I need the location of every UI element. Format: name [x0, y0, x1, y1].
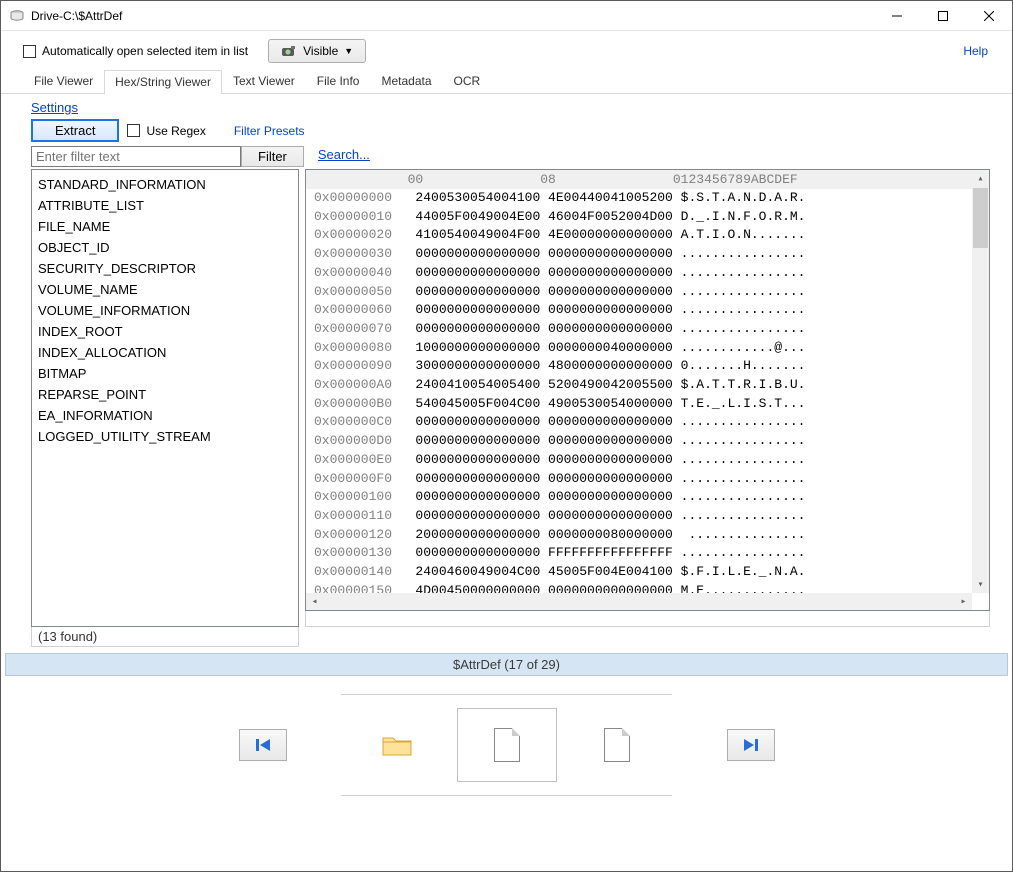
hex-row: 0x000000D0 0000000000000000 000000000000… — [314, 432, 981, 451]
tab-text-viewer[interactable]: Text Viewer — [222, 69, 306, 93]
chevron-down-icon: ▼ — [344, 46, 353, 56]
hex-row: 0x00000130 0000000000000000 FFFFFFFFFFFF… — [314, 544, 981, 563]
hex-row: 0x00000110 0000000000000000 000000000000… — [314, 507, 981, 526]
auto-open-checkbox[interactable]: Automatically open selected item in list — [23, 44, 248, 58]
nav-last-button[interactable] — [727, 729, 775, 761]
hex-row: 0x00000010 44005F0049004E00 46004F005200… — [314, 208, 981, 227]
titlebar: Drive-C:\$AttrDef — [1, 1, 1012, 31]
list-item[interactable]: INDEX_ROOT — [38, 321, 292, 342]
list-item[interactable]: VOLUME_NAME — [38, 279, 292, 300]
topbar: Automatically open selected item in list… — [1, 31, 1012, 69]
hex-status-strip — [305, 611, 990, 627]
hex-row: 0x00000000 2400530054004100 4E0044004100… — [314, 189, 981, 208]
use-regex-checkbox[interactable]: Use Regex — [127, 124, 205, 138]
hex-row: 0x000000A0 2400410054005400 520049004200… — [314, 376, 981, 395]
hex-row: 0x00000080 1000000000000000 000000004000… — [314, 339, 981, 358]
scroll-left-icon[interactable]: ◂ — [306, 593, 323, 610]
nav-first-button[interactable] — [239, 729, 287, 761]
camera-icon — [281, 43, 297, 59]
list-item[interactable]: SECURITY_DESCRIPTOR — [38, 258, 292, 279]
app-icon — [9, 8, 25, 24]
list-item[interactable]: EA_INFORMATION — [38, 405, 292, 426]
hex-row: 0x00000070 0000000000000000 000000000000… — [314, 320, 981, 339]
hex-row: 0x00000020 4100540049004F00 4E0000000000… — [314, 226, 981, 245]
first-icon — [254, 736, 272, 754]
last-icon — [742, 736, 760, 754]
hex-row: 0x000000C0 0000000000000000 000000000000… — [314, 413, 981, 432]
minimize-button[interactable] — [874, 1, 920, 31]
visible-dropdown[interactable]: Visible ▼ — [268, 39, 366, 63]
scroll-down-icon[interactable]: ▾ — [972, 576, 989, 593]
extract-button[interactable]: Extract — [31, 119, 119, 142]
hex-row: 0x00000120 2000000000000000 000000008000… — [314, 526, 981, 545]
settings-link[interactable]: Settings — [31, 100, 78, 115]
list-item[interactable]: OBJECT_ID — [38, 237, 292, 258]
thumb-next-file[interactable] — [567, 708, 667, 782]
tab-file-info[interactable]: File Info — [306, 69, 371, 93]
horizontal-scrollbar[interactable]: ◂ ▸ — [306, 593, 972, 610]
search-link[interactable]: Search... — [318, 147, 370, 162]
list-item[interactable]: FILE_NAME — [38, 216, 292, 237]
hex-row: 0x00000060 0000000000000000 000000000000… — [314, 301, 981, 320]
folder-icon — [382, 733, 412, 757]
visible-label: Visible — [303, 44, 338, 58]
hex-row: 0x00000050 0000000000000000 000000000000… — [314, 283, 981, 302]
status-bar: $AttrDef (17 of 29) — [5, 653, 1008, 676]
hex-row: 0x000000F0 0000000000000000 000000000000… — [314, 470, 981, 489]
list-item[interactable]: VOLUME_INFORMATION — [38, 300, 292, 321]
filter-presets-link[interactable]: Filter Presets — [234, 124, 305, 138]
tab-file-viewer[interactable]: File Viewer — [23, 69, 104, 93]
main-content: Settings Extract Use Regex Filter Preset… — [1, 94, 1012, 647]
list-item[interactable]: REPARSE_POINT — [38, 384, 292, 405]
found-count: (13 found) — [31, 627, 299, 647]
page-icon — [604, 728, 630, 762]
page-icon — [494, 728, 520, 762]
hex-viewer[interactable]: 00 08 0123456789ABCDEF 0x00000000 240053… — [305, 169, 990, 611]
list-item[interactable]: BITMAP — [38, 363, 292, 384]
maximize-button[interactable] — [920, 1, 966, 31]
filter-input[interactable] — [31, 146, 241, 167]
tab-bar: File Viewer Hex/String Viewer Text Viewe… — [1, 69, 1012, 94]
list-item[interactable]: INDEX_ALLOCATION — [38, 342, 292, 363]
help-link[interactable]: Help — [963, 44, 988, 58]
nav-row — [1, 694, 1012, 782]
scroll-up-icon[interactable]: ▴ — [972, 170, 989, 187]
scroll-thumb[interactable] — [973, 188, 988, 248]
use-regex-label: Use Regex — [146, 124, 205, 138]
window-title: Drive-C:\$AttrDef — [31, 9, 874, 23]
tab-metadata[interactable]: Metadata — [370, 69, 442, 93]
hex-row: 0x00000100 0000000000000000 000000000000… — [314, 488, 981, 507]
hex-body: 0x00000000 2400530054004100 4E0044004100… — [306, 189, 989, 611]
hex-row: 0x00000030 0000000000000000 000000000000… — [314, 245, 981, 264]
hex-row: 0x00000090 3000000000000000 480000000000… — [314, 357, 981, 376]
thumb-current[interactable] — [457, 708, 557, 782]
hex-header: 00 08 0123456789ABCDEF — [306, 170, 989, 189]
filter-button[interactable]: Filter — [241, 146, 304, 167]
hex-row: 0x00000140 2400460049004C00 45005F004E00… — [314, 563, 981, 582]
list-item[interactable]: ATTRIBUTE_LIST — [38, 195, 292, 216]
vertical-scrollbar[interactable]: ▴ ▾ — [972, 170, 989, 593]
hex-row: 0x00000040 0000000000000000 000000000000… — [314, 264, 981, 283]
close-button[interactable] — [966, 1, 1012, 31]
list-item[interactable]: STANDARD_INFORMATION — [38, 174, 292, 195]
thumb-folder[interactable] — [347, 708, 447, 782]
hex-row: 0x000000E0 0000000000000000 000000000000… — [314, 451, 981, 470]
tab-ocr[interactable]: OCR — [443, 69, 492, 93]
list-item[interactable]: LOGGED_UTILITY_STREAM — [38, 426, 292, 447]
scroll-right-icon[interactable]: ▸ — [955, 593, 972, 610]
attribute-list[interactable]: STANDARD_INFORMATIONATTRIBUTE_LISTFILE_N… — [31, 169, 299, 627]
auto-open-label: Automatically open selected item in list — [42, 44, 248, 58]
tab-hex-string-viewer[interactable]: Hex/String Viewer — [104, 70, 222, 94]
hex-row: 0x000000B0 540045005F004C00 490053005400… — [314, 395, 981, 414]
